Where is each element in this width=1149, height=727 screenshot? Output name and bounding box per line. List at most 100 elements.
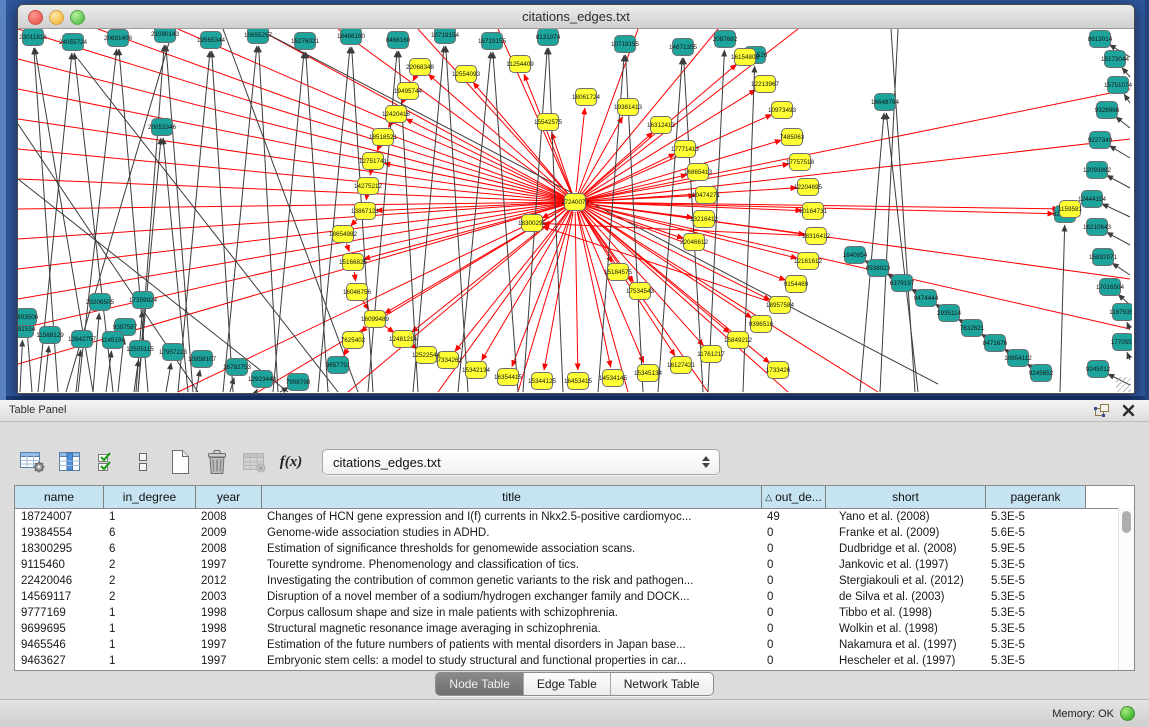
- table-cell[interactable]: Changes of HCN gene expression and I(f) …: [261, 509, 761, 525]
- table-cell[interactable]: 49: [761, 509, 825, 525]
- table-cell[interactable]: 5.5E-5: [985, 573, 1085, 589]
- table-cell[interactable]: 2: [103, 573, 195, 589]
- delete-table-button[interactable]: [201, 447, 233, 477]
- table-cell[interactable]: 9115460: [15, 557, 103, 573]
- table-cell[interactable]: 2008: [195, 509, 261, 525]
- graph-edge[interactable]: [524, 74, 571, 192]
- table-cell[interactable]: Jankovic et al. (1997): [825, 557, 985, 573]
- table-cell[interactable]: 1: [103, 509, 195, 525]
- column-header-pagerank[interactable]: pagerank: [985, 486, 1085, 508]
- graph-edge[interactable]: [446, 46, 468, 392]
- graph-edge[interactable]: [1127, 352, 1130, 360]
- tab-network-table[interactable]: Network Table: [610, 673, 713, 695]
- table-cell[interactable]: 0: [761, 605, 825, 621]
- table-cell[interactable]: 5.3E-5: [985, 621, 1085, 637]
- graph-edge[interactable]: [413, 76, 416, 81]
- table-cell[interactable]: 0: [761, 637, 825, 653]
- table-cell[interactable]: 5.3E-5: [985, 509, 1085, 525]
- table-cell[interactable]: 2003: [195, 589, 261, 605]
- table-row[interactable]: 2242004622012Investigating the contribut…: [15, 573, 1134, 589]
- column-header-out-de-[interactable]: △out_de...: [761, 486, 825, 508]
- graph-edge[interactable]: [18, 29, 575, 202]
- network-window[interactable]: citations_edges.txt 17240073183002952301…: [17, 4, 1135, 394]
- table-cell[interactable]: 2: [103, 557, 195, 573]
- table-row[interactable]: 911546021997Tourette syndrome. Phenomeno…: [15, 557, 1134, 573]
- table-cell[interactable]: 0: [761, 525, 825, 541]
- tab-node-table[interactable]: Node Table: [436, 673, 523, 695]
- graph-edge[interactable]: [223, 29, 358, 392]
- table-row[interactable]: 1938455462009Genome-wide association stu…: [15, 525, 1134, 541]
- graph-edge[interactable]: [354, 272, 355, 281]
- graph-edge[interactable]: [880, 29, 898, 392]
- table-row[interactable]: 1872400712008Changes of HCN gene express…: [15, 509, 1134, 525]
- graph-edge[interactable]: [44, 346, 49, 392]
- table-scrollbar[interactable]: [1118, 508, 1134, 670]
- table-cell[interactable]: 0: [761, 589, 825, 605]
- table-cell[interactable]: 19384554: [15, 525, 103, 541]
- table-cell[interactable]: Embryonic stem cells: a model to study s…: [261, 653, 761, 669]
- graph-edge[interactable]: [166, 363, 171, 392]
- graph-edge[interactable]: [1112, 263, 1130, 275]
- table-cell[interactable]: 5.3E-5: [985, 637, 1085, 653]
- table-cell[interactable]: Structural magnetic resonance image aver…: [261, 621, 761, 637]
- table-cell[interactable]: Wolkin et al. (1998): [825, 621, 985, 637]
- column-header-in-degree[interactable]: in_degree: [103, 486, 195, 508]
- table-row[interactable]: 977716911998Corpus callosum shape and si…: [15, 605, 1134, 621]
- table-cell[interactable]: 5.3E-5: [985, 557, 1085, 573]
- graph-edge[interactable]: [18, 179, 288, 392]
- table-cell[interactable]: 9465546: [15, 637, 103, 653]
- tab-edge-table[interactable]: Edge Table: [523, 673, 610, 695]
- table-cell[interactable]: 2008: [195, 541, 261, 557]
- table-cell[interactable]: de Silva et al. (2003): [825, 589, 985, 605]
- row-height-button[interactable]: [127, 447, 159, 477]
- column-visibility-button[interactable]: [53, 447, 85, 477]
- table-cell[interactable]: 22420046: [15, 573, 103, 589]
- graph-edge[interactable]: [256, 389, 257, 392]
- table-cell[interactable]: Stergiakouli et al. (2012): [825, 573, 985, 589]
- import-table-button[interactable]: [238, 447, 270, 477]
- graph-edge[interactable]: [658, 58, 682, 392]
- table-cell[interactable]: Tourette syndrome. Phenomenology and cla…: [261, 557, 761, 573]
- close-panel-icon[interactable]: [1122, 404, 1135, 417]
- table-cell[interactable]: Hescheler et al. (1997): [825, 653, 985, 669]
- table-cell[interactable]: Nakamura et al. (1997): [825, 637, 985, 653]
- table-row[interactable]: 946362711997Embryonic stem cells: a mode…: [15, 653, 1134, 669]
- table-cell[interactable]: 18300295: [15, 541, 103, 557]
- table-cell[interactable]: Disruption of a novel member of a sodium…: [261, 589, 761, 605]
- table-cell[interactable]: 9777169: [15, 605, 103, 621]
- resize-grip[interactable]: [1116, 377, 1131, 392]
- table-cell[interactable]: Dudbridge et al. (2008): [825, 541, 985, 557]
- table-panel-header[interactable]: Table Panel: [0, 400, 1149, 422]
- table-cell[interactable]: 2: [103, 589, 195, 605]
- table-cell[interactable]: Investigating the contribution of common…: [261, 573, 761, 589]
- graph-edge[interactable]: [1109, 146, 1130, 158]
- table-row[interactable]: 969969511998Structural magnetic resonanc…: [15, 621, 1134, 637]
- table-cell[interactable]: 0: [761, 541, 825, 557]
- table-cell[interactable]: 1: [103, 653, 195, 669]
- table-cell[interactable]: 0: [761, 653, 825, 669]
- graph-edge[interactable]: [166, 45, 193, 392]
- float-panel-icon[interactable]: [1093, 403, 1110, 418]
- window-titlebar[interactable]: citations_edges.txt: [18, 5, 1134, 29]
- column-header-year[interactable]: year: [195, 486, 261, 508]
- new-file-button[interactable]: [164, 447, 196, 477]
- row-select-button[interactable]: [90, 447, 122, 477]
- table-selector[interactable]: citations_edges.txt: [322, 449, 720, 475]
- table-cell[interactable]: 18724007: [15, 509, 103, 525]
- graph-edge[interactable]: [1060, 225, 1065, 392]
- table-cell[interactable]: Yano et al. (2008): [825, 509, 985, 525]
- graph-edge[interactable]: [1102, 204, 1130, 217]
- graph-edge[interactable]: [212, 51, 233, 392]
- graph-edge[interactable]: [196, 370, 200, 392]
- table-cell[interactable]: 2009: [195, 525, 261, 541]
- table-cell[interactable]: 1998: [195, 621, 261, 637]
- table-cell[interactable]: 5.3E-5: [985, 653, 1085, 669]
- table-cell[interactable]: Genome-wide association studies in ADHD.: [261, 525, 761, 541]
- table-cell[interactable]: 0: [761, 573, 825, 589]
- table-cell[interactable]: 1: [103, 605, 195, 621]
- table-cell[interactable]: 1997: [195, 653, 261, 669]
- graph-edge[interactable]: [575, 89, 1130, 202]
- table-cell[interactable]: 0: [761, 557, 825, 573]
- graph-edge[interactable]: [1122, 67, 1130, 77]
- table-row[interactable]: 1830029562008Estimation of significance …: [15, 541, 1134, 557]
